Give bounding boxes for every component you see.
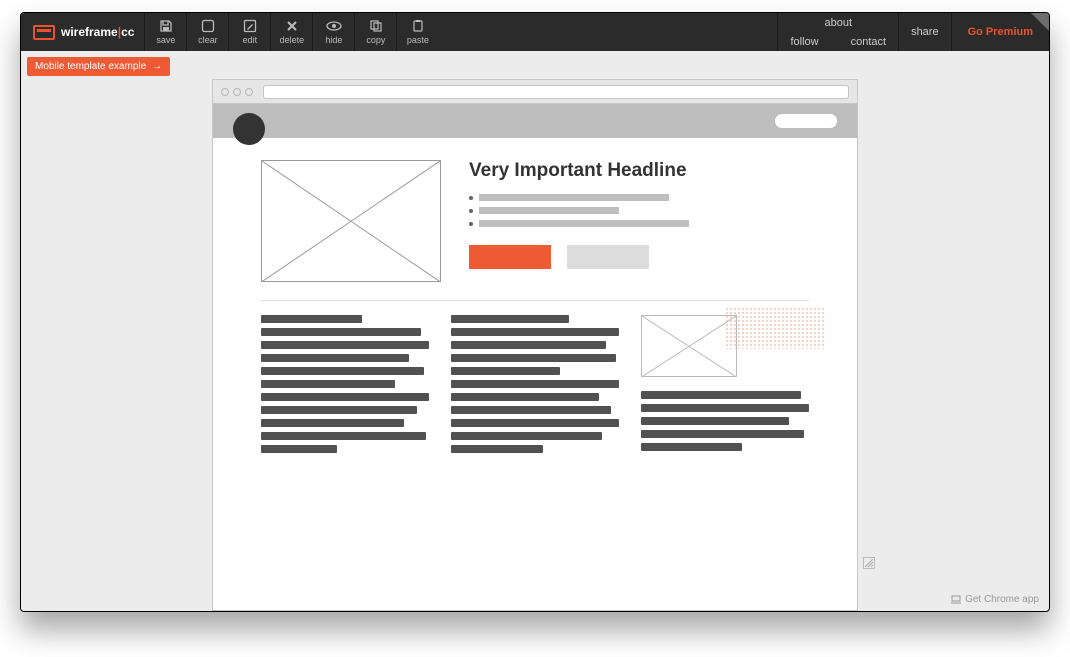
about-link[interactable]: about <box>777 13 898 32</box>
get-chrome-app-link[interactable]: Get Chrome app <box>951 594 1039 605</box>
paste-icon <box>410 19 426 33</box>
logo-text: wireframe|cc <box>61 25 134 39</box>
delete-label: delete <box>280 35 305 45</box>
save-label: save <box>156 35 175 45</box>
divider <box>261 300 809 301</box>
bullet-list <box>469 194 809 227</box>
wireframe-header <box>213 104 857 138</box>
paste-button[interactable]: paste <box>396 13 438 51</box>
text-line <box>479 194 669 201</box>
hide-label: hide <box>325 35 342 45</box>
follow-link[interactable]: follow <box>778 36 830 48</box>
canvas[interactable]: Very Important Headline <box>21 79 1049 611</box>
traffic-dot-icon <box>233 88 241 96</box>
text-column <box>261 315 429 453</box>
text-column <box>451 315 619 453</box>
brand[interactable]: wireframe|cc <box>21 13 144 51</box>
image-placeholder <box>641 315 737 377</box>
app-window: wireframe|cc save clear edit delete <box>20 12 1050 612</box>
logo-icon <box>33 25 55 40</box>
paste-label: paste <box>407 35 429 45</box>
wireframe-browser[interactable]: Very Important Headline <box>212 79 858 611</box>
laptop-icon <box>951 595 961 605</box>
image-placeholder <box>261 160 441 282</box>
top-toolbar: wireframe|cc save clear edit delete <box>21 13 1049 51</box>
save-icon <box>158 19 174 33</box>
secondary-cta-placeholder <box>567 245 649 269</box>
corner-fold-icon <box>1031 13 1049 31</box>
arrow-right-icon: → <box>152 61 162 72</box>
save-button[interactable]: save <box>144 13 186 51</box>
traffic-dot-icon <box>221 88 229 96</box>
resize-handle-icon[interactable] <box>863 557 875 569</box>
copy-label: copy <box>366 35 385 45</box>
wireframe-header-button <box>775 114 837 128</box>
edit-icon <box>242 19 258 33</box>
text-line <box>479 220 689 227</box>
wireframe-body: Very Important Headline <box>213 138 857 475</box>
chrome-link-label: Get Chrome app <box>965 594 1039 605</box>
right-actions: about follow contact share Go Premium <box>777 13 1049 51</box>
template-tag-label: Mobile template example <box>35 61 146 72</box>
edit-button[interactable]: edit <box>228 13 270 51</box>
headline: Very Important Headline <box>469 160 809 182</box>
wireframe-urlbar <box>263 85 849 99</box>
copy-icon <box>368 19 384 33</box>
image-text-column <box>641 315 809 453</box>
clear-button[interactable]: clear <box>186 13 228 51</box>
hide-button[interactable]: hide <box>312 13 354 51</box>
copy-button[interactable]: copy <box>354 13 396 51</box>
share-button[interactable]: share <box>898 13 951 51</box>
contact-link[interactable]: contact <box>839 36 898 48</box>
wireframe-logo-circle <box>233 113 265 145</box>
traffic-dot-icon <box>245 88 253 96</box>
edit-label: edit <box>243 35 258 45</box>
delete-icon <box>284 19 300 33</box>
delete-button[interactable]: delete <box>270 13 312 51</box>
clear-label: clear <box>198 35 218 45</box>
clear-icon <box>200 19 216 33</box>
wireframe-titlebar <box>213 80 857 104</box>
template-tag[interactable]: Mobile template example → <box>27 57 170 76</box>
primary-cta-placeholder <box>469 245 551 269</box>
hide-icon <box>326 19 342 33</box>
selection-pattern <box>725 307 825 349</box>
text-line <box>479 207 619 214</box>
